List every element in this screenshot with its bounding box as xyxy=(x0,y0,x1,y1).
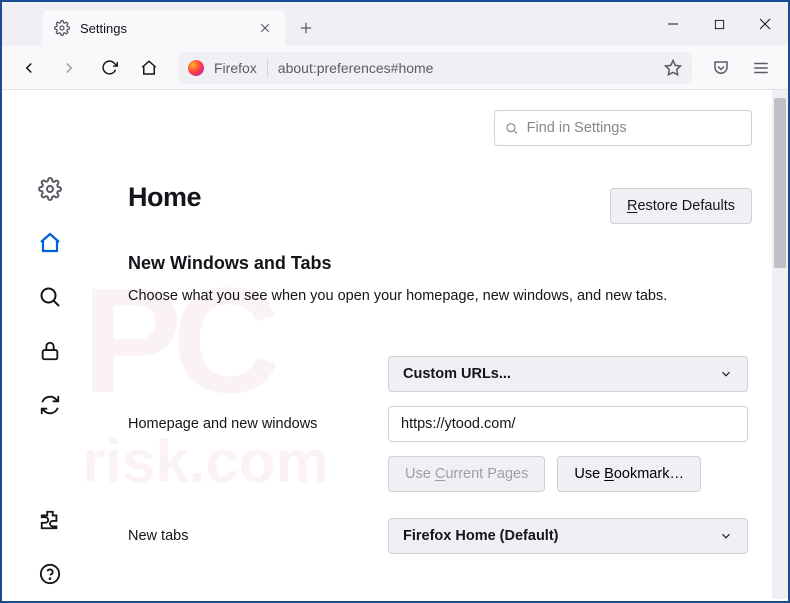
titlebar: Settings xyxy=(2,2,788,46)
newtabs-label: New tabs xyxy=(128,528,388,544)
vertical-scrollbar[interactable] xyxy=(772,90,788,599)
scrollbar-thumb[interactable] xyxy=(774,98,786,268)
close-icon[interactable] xyxy=(257,20,273,36)
sidebar xyxy=(2,90,98,599)
window-controls xyxy=(650,2,788,46)
forward-button[interactable] xyxy=(52,52,86,84)
use-current-pages-button[interactable]: Use Current Pages xyxy=(388,456,545,492)
back-button[interactable] xyxy=(12,52,46,84)
homepage-mode-select[interactable]: Custom URLs... xyxy=(388,356,748,392)
new-tab-button[interactable] xyxy=(291,13,321,43)
close-window-button[interactable] xyxy=(742,2,788,46)
home-button[interactable] xyxy=(132,52,166,84)
app-menu-button[interactable] xyxy=(744,52,778,84)
firefox-logo-icon xyxy=(188,60,204,76)
sidebar-help-icon[interactable] xyxy=(37,561,63,587)
url-bar[interactable]: Firefox about:preferences#home xyxy=(178,52,692,84)
reload-button[interactable] xyxy=(92,52,126,84)
content-area: PCrisk.com Home Restore Defaults New Win… xyxy=(2,90,788,599)
browser-tab[interactable]: Settings xyxy=(42,10,285,46)
pocket-button[interactable] xyxy=(704,52,738,84)
homepage-url-input[interactable] xyxy=(388,406,748,442)
sidebar-general-icon[interactable] xyxy=(37,176,63,202)
homepage-label: Homepage and new windows xyxy=(128,416,388,432)
url-text: about:preferences#home xyxy=(278,60,654,76)
maximize-button[interactable] xyxy=(696,2,742,46)
toolbar: Firefox about:preferences#home xyxy=(2,46,788,90)
tab-title: Settings xyxy=(80,21,247,36)
use-bookmark-button[interactable]: Use Bookmark… xyxy=(557,456,701,492)
sidebar-extensions-icon[interactable] xyxy=(37,507,63,533)
bookmark-star-icon[interactable] xyxy=(664,59,682,77)
sidebar-sync-icon[interactable] xyxy=(37,392,63,418)
section-description: Choose what you see when you open your h… xyxy=(128,286,752,306)
settings-search-box[interactable] xyxy=(494,110,752,146)
sidebar-privacy-icon[interactable] xyxy=(37,338,63,364)
section-heading: New Windows and Tabs xyxy=(128,253,752,274)
sidebar-home-icon[interactable] xyxy=(37,230,63,256)
newtabs-mode-select[interactable]: Firefox Home (Default) xyxy=(388,518,748,554)
chevron-down-icon xyxy=(719,529,733,543)
divider xyxy=(267,59,268,77)
gear-icon xyxy=(54,20,70,36)
restore-defaults-button[interactable]: Restore Defaults xyxy=(610,188,752,224)
newtabs-mode-value: Firefox Home (Default) xyxy=(403,528,559,544)
homepage-mode-value: Custom URLs... xyxy=(403,366,511,382)
minimize-button[interactable] xyxy=(650,2,696,46)
settings-search-input[interactable] xyxy=(527,120,741,136)
chevron-down-icon xyxy=(719,367,733,381)
sidebar-search-icon[interactable] xyxy=(37,284,63,310)
url-brand: Firefox xyxy=(214,60,257,76)
main-panel: Home Restore Defaults New Windows and Ta… xyxy=(98,90,788,599)
